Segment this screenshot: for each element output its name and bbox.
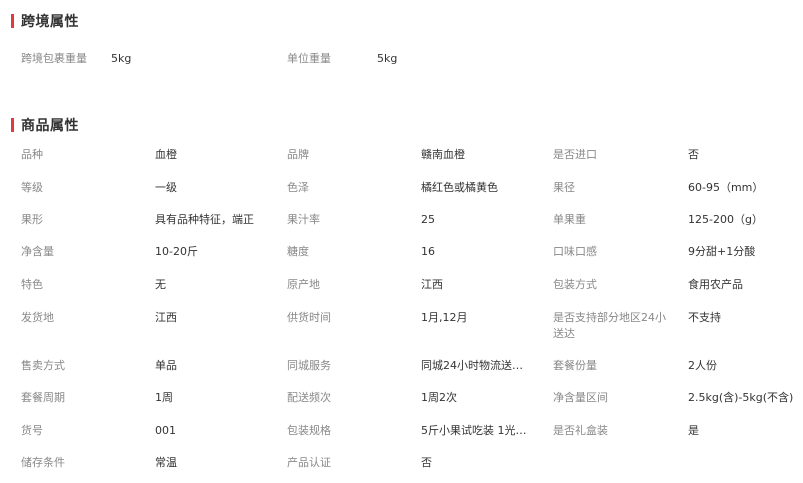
attr-value: 60-95（mm）	[688, 181, 764, 194]
attr-label: 包装方式	[553, 278, 597, 291]
cross-border-section-header: 跨境属性	[11, 12, 79, 30]
attr-value: 1月,12月	[421, 311, 468, 324]
attr-label: 糖度	[287, 245, 309, 258]
attr-label: 净含量区间	[553, 391, 608, 404]
attr-value-unit-weight: 5kg	[377, 52, 398, 65]
attr-value: 2.5kg(含)-5kg(不含)	[688, 391, 794, 404]
attr-label: 色泽	[287, 181, 309, 194]
attr-value: 9分甜+1分酸	[688, 245, 756, 258]
attr-label: 是否礼盒装	[553, 424, 608, 437]
attr-value: 食用农产品	[688, 278, 743, 291]
attr-label: 果形	[21, 213, 43, 226]
attr-value: 无	[155, 278, 166, 291]
attr-label: 特色	[21, 278, 43, 291]
attr-value: 具有品种特征，端正	[155, 213, 254, 226]
attr-label: 是否支持部分地区24小送达	[553, 311, 666, 340]
attr-value: 是	[688, 424, 699, 437]
attr-value: 常温	[155, 456, 177, 469]
attr-value: 单品	[155, 359, 177, 372]
attr-label: 净含量	[21, 245, 54, 258]
attr-value: 否	[421, 456, 432, 469]
cross-border-section-title: 跨境属性	[21, 14, 79, 30]
attr-value: 一级	[155, 181, 177, 194]
attr-value-cross-border-weight: 5kg	[111, 52, 132, 65]
attr-value: 不支持	[688, 311, 721, 324]
attr-label: 货号	[21, 424, 43, 437]
attr-label: 品种	[21, 148, 43, 161]
attr-value: 同城24小时物流送货...	[421, 359, 533, 372]
attr-label: 原产地	[287, 278, 320, 291]
section-accent-bar	[11, 14, 14, 28]
attr-value: 16	[421, 245, 435, 258]
attr-value: 江西	[421, 278, 443, 291]
attr-label: 果径	[553, 181, 575, 194]
attr-value: 5斤小果试吃装 1光果...	[421, 424, 533, 437]
attr-value: 血橙	[155, 148, 177, 161]
attr-value: 25	[421, 213, 435, 226]
attr-label: 储存条件	[21, 456, 65, 469]
attr-label: 供货时间	[287, 311, 331, 324]
attr-label: 套餐份量	[553, 359, 597, 372]
attr-value: 江西	[155, 311, 177, 324]
attr-value: 2人份	[688, 359, 717, 372]
product-section-header: 商品属性	[11, 116, 79, 134]
attr-label: 套餐周期	[21, 391, 65, 404]
attr-value: 001	[155, 424, 176, 437]
attr-label: 配送频次	[287, 391, 331, 404]
attr-label: 果汁率	[287, 213, 320, 226]
attr-label-cross-border-weight: 跨境包裹重量	[21, 52, 87, 65]
attr-value: 赣南血橙	[421, 148, 465, 161]
attr-value: 125-200（g）	[688, 213, 763, 226]
attr-label: 是否进口	[553, 148, 597, 161]
attr-value: 1周2次	[421, 391, 457, 404]
attr-value: 10-20斤	[155, 245, 198, 258]
attr-label: 产品认证	[287, 456, 331, 469]
attr-value: 否	[688, 148, 699, 161]
attr-label: 售卖方式	[21, 359, 65, 372]
product-section-title: 商品属性	[21, 118, 79, 134]
section-accent-bar	[11, 118, 14, 132]
attr-value: 橘红色或橘黄色	[421, 181, 498, 194]
attr-label: 单果重	[553, 213, 586, 226]
attr-label: 品牌	[287, 148, 309, 161]
attr-label: 包装规格	[287, 424, 331, 437]
attr-value: 1周	[155, 391, 173, 404]
attr-label: 等级	[21, 181, 43, 194]
attr-label: 发货地	[21, 311, 54, 324]
attr-label: 口味口感	[553, 245, 597, 258]
attr-label: 同城服务	[287, 359, 331, 372]
attr-label-unit-weight: 单位重量	[287, 52, 331, 65]
